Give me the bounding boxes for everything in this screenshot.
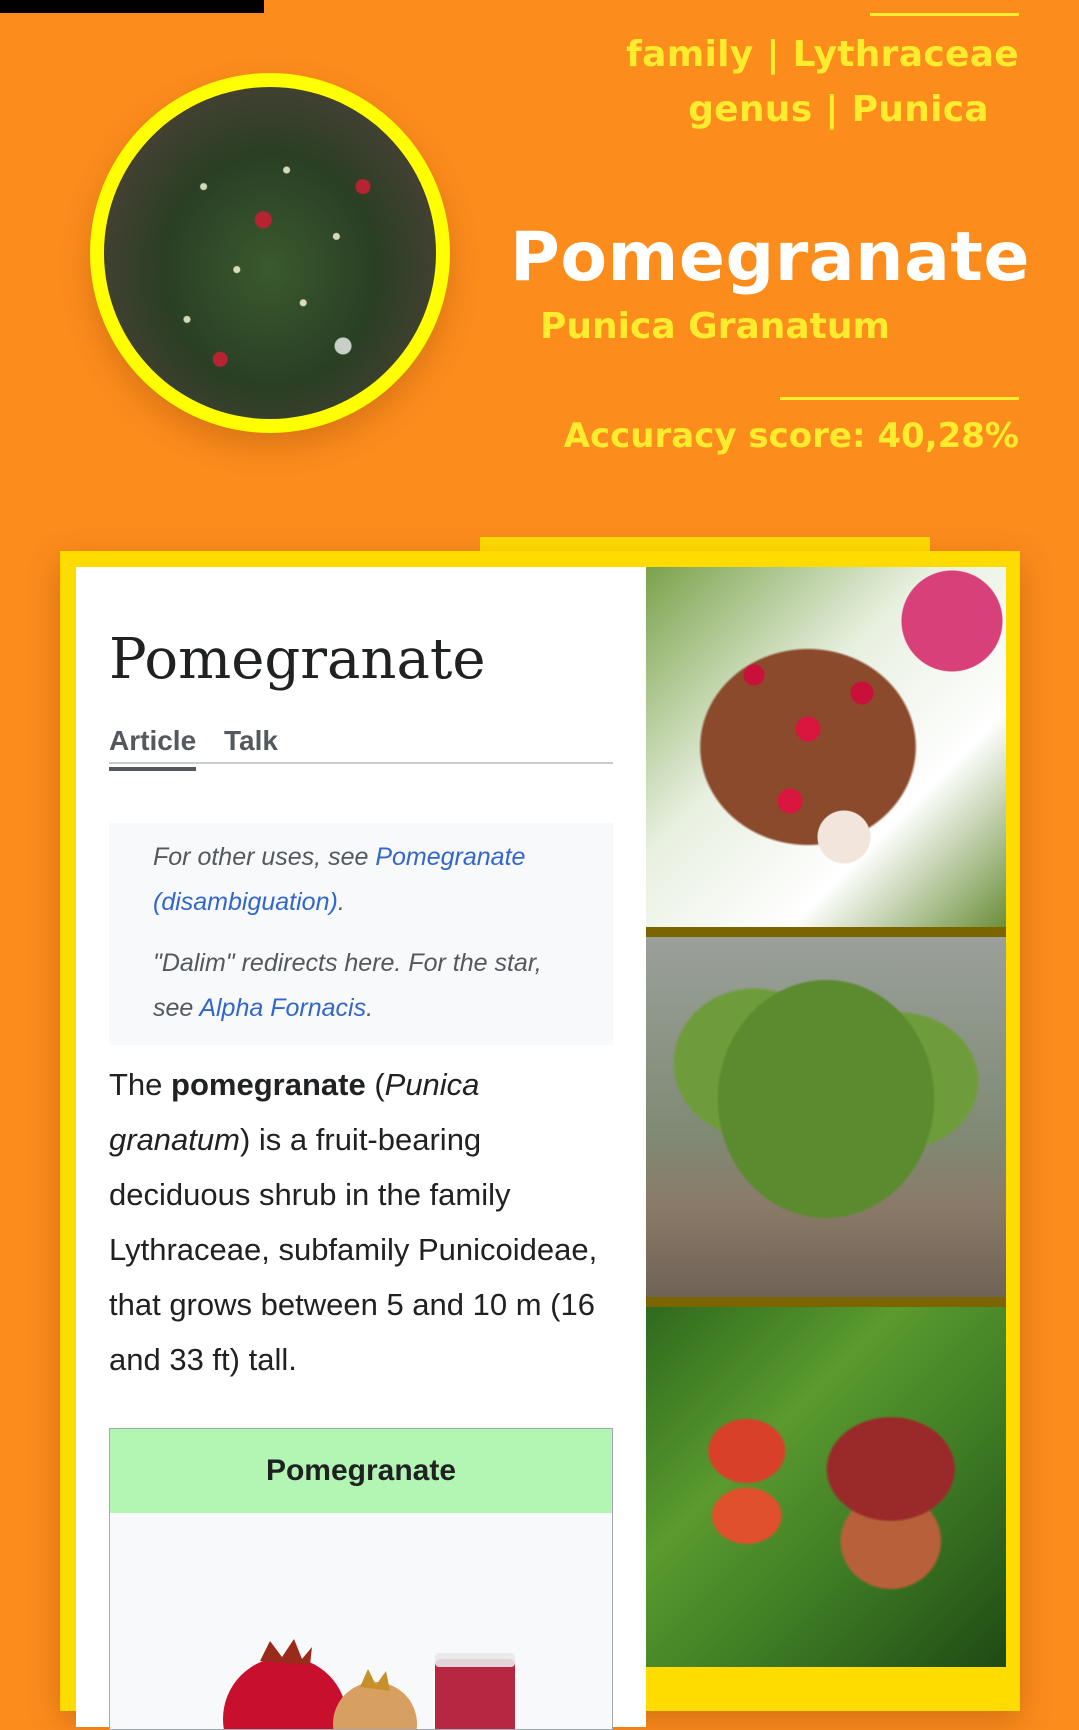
hatnote-text: . bbox=[366, 994, 374, 1022]
hatnote-text: . bbox=[337, 888, 345, 916]
hatnote-text: For other uses, see bbox=[153, 843, 376, 871]
accuracy-score: Accuracy score: 40,28% bbox=[563, 416, 1019, 456]
pomegranate-shrub-photo bbox=[646, 937, 1006, 1297]
gallery-divider bbox=[646, 1297, 1006, 1307]
hatnote-line-1: For other uses, see Pomegranate (disambi… bbox=[153, 835, 573, 925]
wiki-title: Pomegranate bbox=[109, 627, 486, 692]
lead-bold: pomegranate bbox=[171, 1067, 366, 1102]
hatnote-line-2: "Dalim" redirects here. For the star, se… bbox=[153, 941, 573, 1031]
genus-label: genus | Punica bbox=[688, 89, 989, 130]
hatnote: For other uses, see Pomegranate (disambi… bbox=[109, 823, 613, 1045]
wiki-panel[interactable]: Pomegranate Article Talk For other uses,… bbox=[76, 567, 646, 1730]
scientific-name: Punica Granatum bbox=[540, 306, 891, 347]
christmas-tree-photo bbox=[104, 87, 436, 419]
lead-paragraph: The pomegranate (Punica granatum) is a f… bbox=[109, 1057, 613, 1387]
pomegranate-flowers-photo bbox=[646, 1307, 1006, 1667]
page-title: Pomegranate bbox=[510, 218, 1031, 297]
photo-frame bbox=[90, 73, 450, 433]
alpha-fornacis-link[interactable]: Alpha Fornacis bbox=[199, 994, 366, 1022]
wiki-card: Pomegranate Article Talk For other uses,… bbox=[60, 551, 1020, 1730]
lead-text: The bbox=[109, 1067, 172, 1102]
gallery-divider bbox=[646, 927, 1006, 937]
gallery bbox=[646, 567, 1006, 1727]
pomegranate-fruit-image bbox=[223, 1639, 515, 1729]
lead-text: ( bbox=[365, 1067, 385, 1102]
header-rule bbox=[870, 13, 1019, 16]
tab-article[interactable]: Article bbox=[109, 725, 197, 771]
infobox-title: Pomegranate bbox=[110, 1429, 612, 1513]
tab-talk[interactable]: Talk bbox=[224, 725, 278, 757]
infobox: Pomegranate bbox=[109, 1428, 613, 1730]
lead-text: ) is a fruit-bearing deciduous shrub in … bbox=[109, 1122, 598, 1377]
accuracy-rule bbox=[780, 397, 1019, 400]
family-label: family | Lythraceae bbox=[626, 34, 1019, 75]
pomegranate-fruit-open-photo bbox=[646, 567, 1006, 927]
top-bar bbox=[0, 0, 264, 13]
wiki-tabs: Article Talk bbox=[109, 717, 613, 771]
